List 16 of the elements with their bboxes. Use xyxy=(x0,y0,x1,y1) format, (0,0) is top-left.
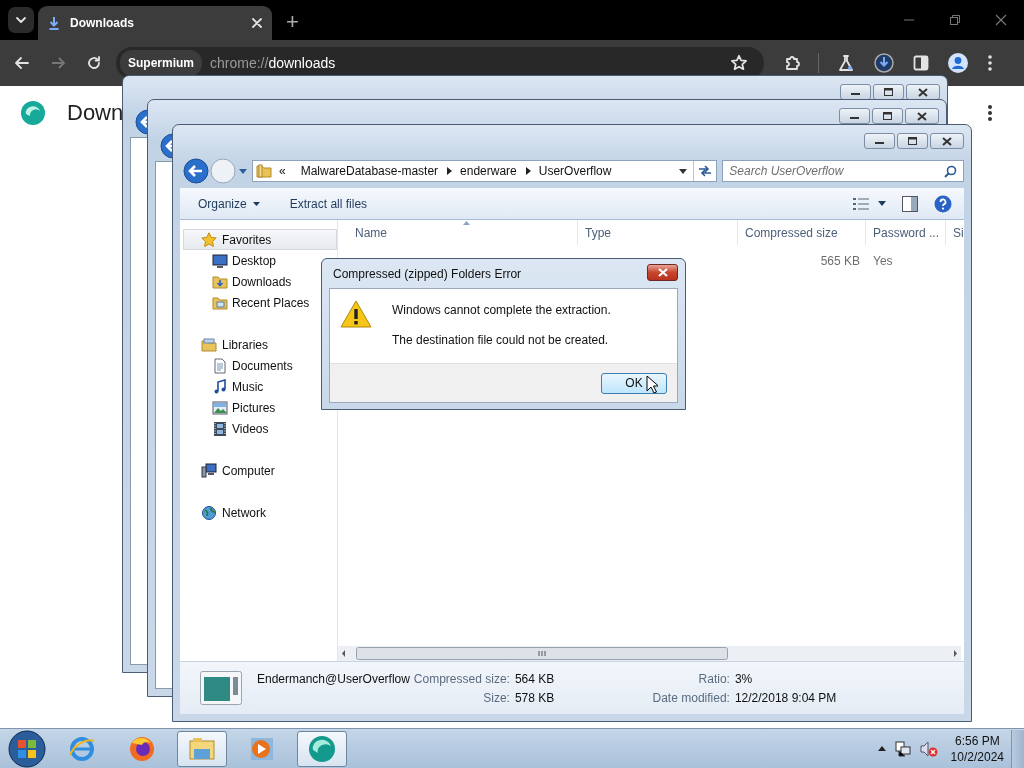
detail-value: 564 KB xyxy=(514,672,556,686)
detail-label: Date modified: xyxy=(651,691,730,705)
file-name: Endermanch@UserOverflow xyxy=(257,672,410,686)
table-cell-text: Yes xyxy=(872,254,894,268)
dialog-title: Compressed (zipped) Folders Error xyxy=(333,266,523,281)
message-text: The destination file could not be created. xyxy=(392,333,610,347)
detail-label: Ratio: xyxy=(697,672,730,686)
message-text: Windows cannot complete the extraction. xyxy=(392,303,611,317)
url-text: chrome://downloads xyxy=(210,55,337,71)
table-cell-text: 565 KB xyxy=(819,254,861,268)
detail-label: Compressed size: xyxy=(412,672,510,686)
detail-label: Size: xyxy=(482,691,510,705)
detail-value: 12/2/2018 9:04 PM xyxy=(734,691,837,705)
detail-value: 3% xyxy=(734,672,754,686)
detail-value: 578 KB xyxy=(514,691,556,705)
page-title: Down xyxy=(67,100,124,126)
